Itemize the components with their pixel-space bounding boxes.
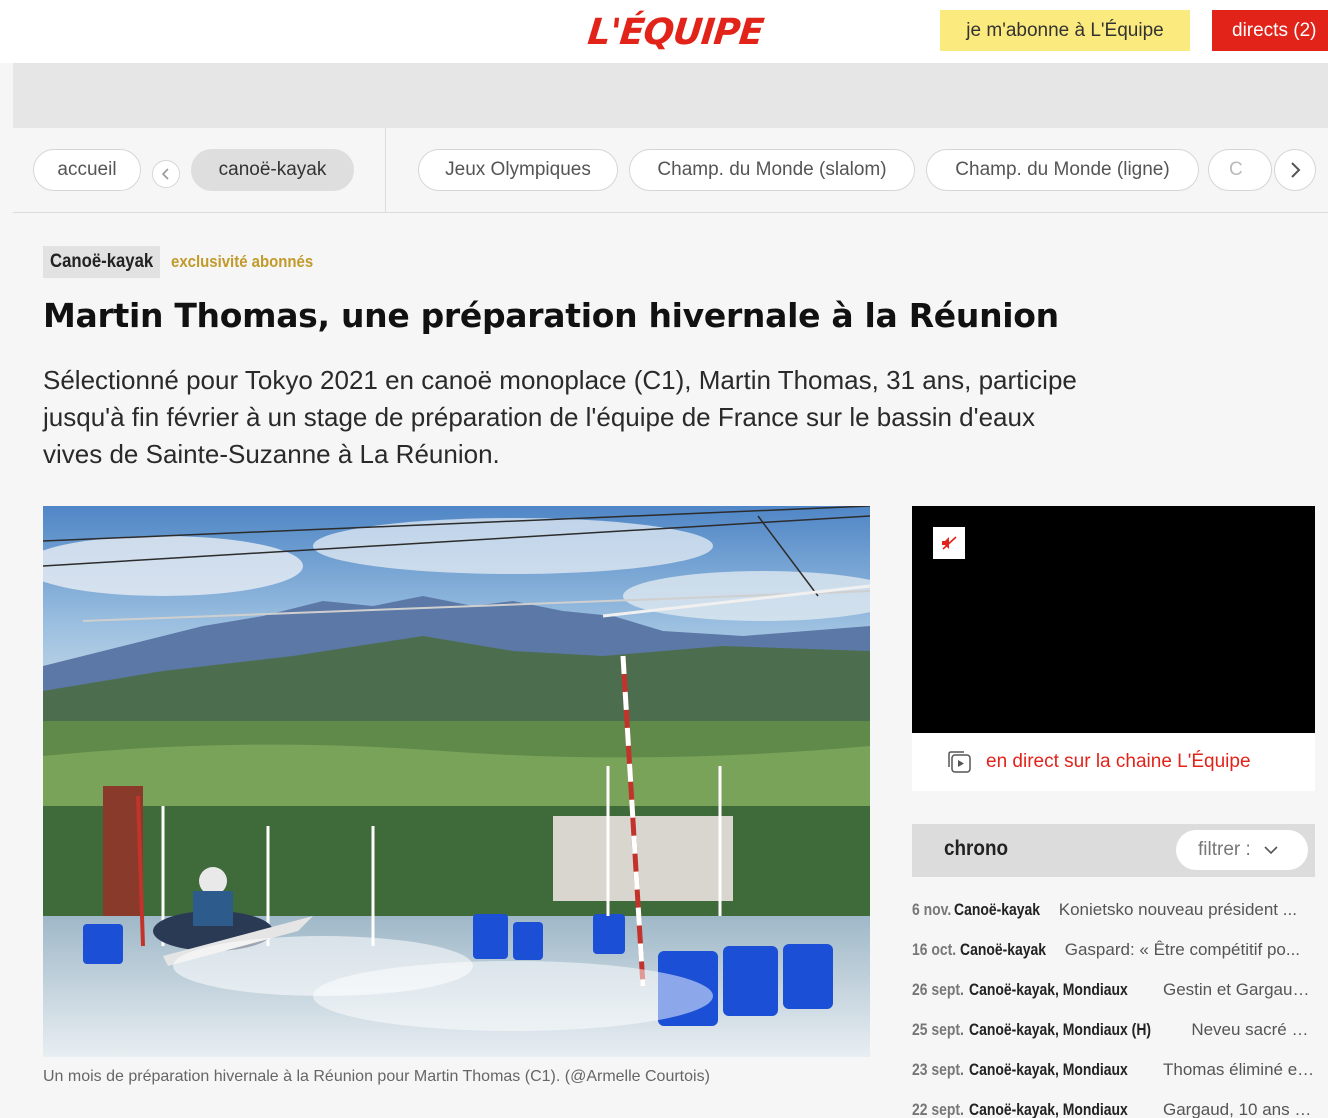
nav-pill-more[interactable]: C (1208, 149, 1272, 191)
sport-navigation: accueil canoë-kayak Jeux Olympiques Cham… (13, 128, 1328, 213)
article-lede: Sélectionné pour Tokyo 2021 en canoë mon… (43, 365, 1077, 469)
live-channel-link[interactable]: en direct sur la chaine L'Équipe (912, 733, 1315, 791)
chrono-category: Canoë-kayak, Mondiaux (969, 1060, 1129, 1079)
chrono-headline: Gaspard: « Être compétitif po... (1064, 940, 1301, 959)
chrono-headline: Konietsko nouveau président ... (1058, 900, 1297, 919)
chrono-item[interactable]: 22 sept. Canoë-kayak, Mondiaux Gargaud, … (912, 1090, 1315, 1118)
filter-label: filtrer : (1198, 839, 1251, 860)
muted-speaker-icon (942, 536, 957, 550)
exclusive-badge: exclusivité abonnés (171, 252, 314, 271)
ad-banner (13, 63, 1328, 128)
chrono-category: Canoë-kayak, Mondiaux (969, 980, 1129, 999)
nav-pill-slalom[interactable]: Champ. du Monde (slalom) (629, 149, 915, 191)
chevron-down-icon (1264, 846, 1278, 855)
subscribe-button[interactable]: je m'abonne à L'Équipe (940, 10, 1190, 51)
chrono-headline: Gestin et Gargaud ... (1162, 980, 1315, 999)
chrono-category: Canoë-kayak, Mondiaux (969, 1100, 1129, 1118)
chrono-date: 25 sept. (912, 1020, 964, 1039)
chrono-category: Canoë-kayak (959, 940, 1046, 959)
chrono-category: Canoë-kayak, Mondiaux (H) (969, 1020, 1152, 1039)
chrono-date: 16 oct. (912, 940, 957, 959)
chrono-item[interactable]: 26 sept. Canoë-kayak, Mondiaux Gestin et… (912, 970, 1315, 1010)
lequipe-logo[interactable]: L'ÉQUIPE (586, 12, 765, 53)
filter-dropdown[interactable]: filtrer : (1176, 830, 1308, 870)
nav-pill-ligne[interactable]: Champ. du Monde (ligne) (926, 149, 1199, 191)
nav-next-button[interactable] (1274, 149, 1316, 191)
chrono-item[interactable]: 6 nov. Canoë-kayak Konietsko nouveau pré… (912, 890, 1315, 930)
video-player[interactable] (912, 506, 1315, 733)
nav-back-button[interactable] (152, 160, 180, 188)
chrono-headline: Neveu sacré en ... (1191, 1020, 1315, 1039)
chevron-left-icon (161, 168, 169, 180)
chrono-header: chrono filtrer : (912, 824, 1315, 877)
chrono-item[interactable]: 16 oct. Canoë-kayak Gaspard: « Être comp… (912, 930, 1315, 970)
live-channel-label[interactable]: en direct sur la chaine L'Équipe (986, 751, 1251, 773)
nav-current-pill[interactable]: canoë-kayak (191, 149, 354, 191)
photo-caption: Un mois de préparation hivernale à la Ré… (43, 1068, 710, 1085)
chrono-list: 6 nov. Canoë-kayak Konietsko nouveau pré… (912, 890, 1315, 1118)
chrono-headline: Gargaud, 10 ans pl... (1162, 1100, 1315, 1118)
chrono-item[interactable]: 23 sept. Canoë-kayak, Mondiaux Thomas él… (912, 1050, 1315, 1090)
chrono-category: Canoë-kayak (953, 900, 1040, 919)
article-photo (43, 506, 870, 1057)
directs-button[interactable]: directs (2) (1212, 10, 1328, 51)
top-bar: L'ÉQUIPE je m'abonne à L'Équipe directs … (0, 0, 1328, 63)
chrono-date: 23 sept. (912, 1060, 964, 1079)
nav-home-pill[interactable]: accueil (33, 149, 141, 191)
chrono-date: 6 nov. (912, 900, 952, 919)
chrono-item[interactable]: 25 sept. Canoë-kayak, Mondiaux (H) Neveu… (912, 1010, 1315, 1050)
chrono-date: 26 sept. (912, 980, 964, 999)
mute-button[interactable] (933, 527, 965, 559)
whitewater-canoe-photo (43, 506, 870, 1057)
article-category-tag[interactable]: Canoë-kayak (43, 246, 161, 278)
chrono-date: 22 sept. (912, 1100, 964, 1118)
nav-pill-jo[interactable]: Jeux Olympiques (418, 149, 618, 191)
article-headline: Martin Thomas, une préparation hivernale… (43, 296, 1059, 335)
chrono-headline: Thomas éliminé en... (1162, 1060, 1315, 1079)
chrono-title: chrono (944, 837, 1009, 860)
tv-play-icon (948, 751, 971, 773)
nav-divider (385, 128, 386, 213)
chevron-right-icon (1291, 162, 1301, 178)
